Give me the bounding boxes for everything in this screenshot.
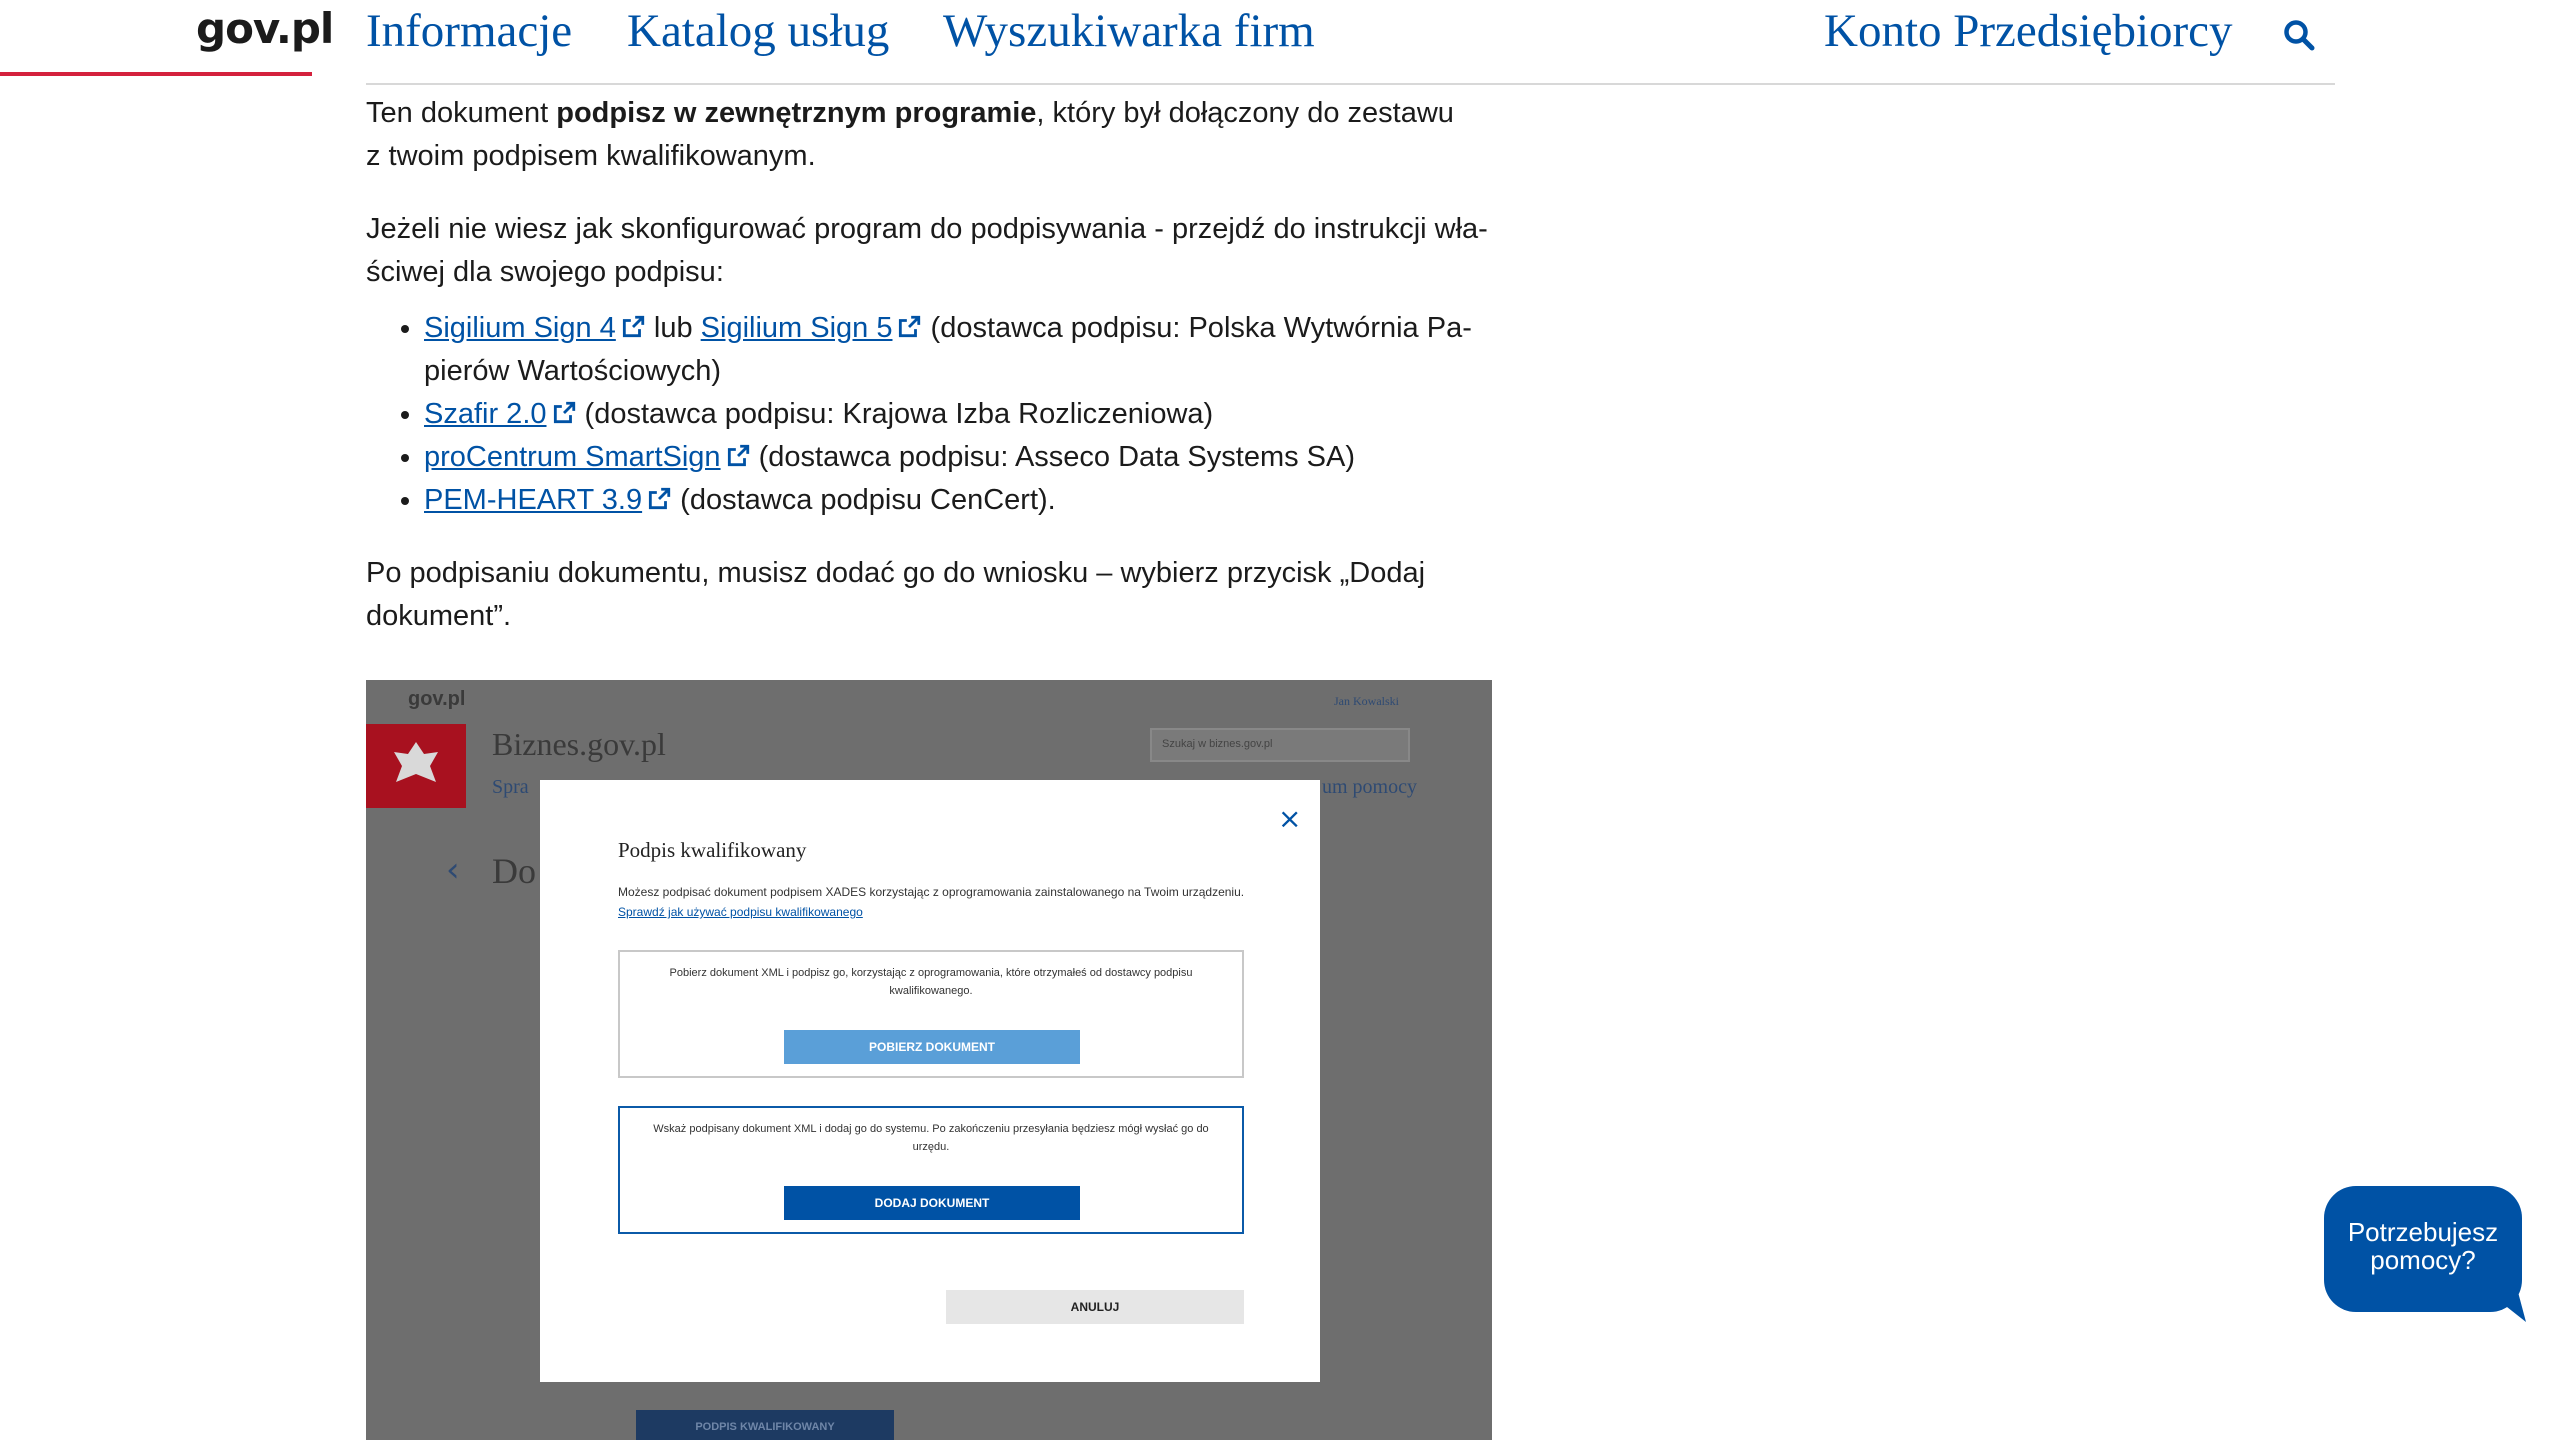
text: lub bbox=[645, 312, 701, 344]
nav-informacje[interactable]: Informacje bbox=[366, 4, 572, 58]
link-pem-heart[interactable]: PEM-HEART 3.9 bbox=[424, 484, 642, 516]
external-link-icon bbox=[622, 315, 644, 338]
upload-box: Wskaż podpisany dokument XML i dodaj go … bbox=[618, 1106, 1244, 1234]
external-link-icon bbox=[899, 315, 921, 338]
help-bubble-tail bbox=[2488, 1292, 2526, 1322]
emblem-icon bbox=[366, 724, 466, 808]
text: Ten dokument bbox=[366, 97, 557, 129]
article-content: Ten dokument podpisz w zewnętrznym progr… bbox=[366, 86, 1506, 638]
paragraph-sign-info: Ten dokument podpisz w zewnętrznym progr… bbox=[366, 92, 1506, 178]
gov-pl-logo[interactable]: gov.pl bbox=[196, 4, 334, 53]
text: PODPIS KWALIFIKOWANY bbox=[695, 1421, 835, 1433]
modal-help-link: Sprawdź jak używać podpisu kwalifikowane… bbox=[618, 905, 863, 919]
modal-title: Podpis kwalifikowany bbox=[618, 838, 807, 862]
link-sigilium-sign-5[interactable]: Sigilium Sign 5 bbox=[701, 312, 893, 344]
nav-wyszukiwarka-firm[interactable]: Wyszukiwarka firm bbox=[943, 4, 1315, 58]
text: (dostawca podpisu: Asseco Data Systems S… bbox=[750, 441, 1356, 473]
external-link-icon bbox=[553, 401, 575, 424]
text: pierów Wartościowych) bbox=[424, 355, 722, 387]
cancel-button: ANULUJ bbox=[946, 1290, 1244, 1324]
qualified-signature-modal: Podpis kwalifikowany × Możesz podpisać d… bbox=[540, 780, 1320, 1382]
list-item: proCentrum SmartSign (dostawca podpisu: … bbox=[424, 436, 1506, 479]
text: z twoim podpisem kwalifikowanym. bbox=[366, 140, 816, 172]
link-sigilium-sign-4[interactable]: Sigilium Sign 4 bbox=[424, 312, 616, 344]
text: , który był dołączony do zestawu bbox=[1036, 97, 1454, 129]
signing-software-list: Sigilium Sign 4 lub Sigilium Sign 5 (dos… bbox=[366, 307, 1506, 522]
list-item: Sigilium Sign 4 lub Sigilium Sign 5 (dos… bbox=[424, 307, 1506, 393]
help-label-line1: Potrzebujesz bbox=[2347, 1217, 2499, 1247]
list-item: PEM-HEART 3.9 (dostawca podpisu CenCert)… bbox=[424, 479, 1506, 522]
embedded-screenshot: gov.pl Biznes.gov.pl Spra um pomocy Jan … bbox=[366, 680, 1492, 1440]
modal-description: Możesz podpisać dokument podpisem XADES … bbox=[618, 882, 1258, 922]
bg-spr: Spra bbox=[492, 776, 529, 798]
bg-logo: gov.pl bbox=[408, 688, 466, 710]
logo-red-underline bbox=[0, 72, 312, 76]
bg-user: Jan Kowalski bbox=[1334, 694, 1399, 708]
download-document-button: POBIERZ DOKUMENT bbox=[784, 1030, 1080, 1064]
text: ściwej dla swojego podpisu: bbox=[366, 256, 724, 288]
download-box: Pobierz dokument XML i podpisz go, korzy… bbox=[618, 950, 1244, 1078]
text: (dostawca podpisu: Polska Wytwórnia Pa- bbox=[922, 312, 1472, 344]
download-text: Pobierz dokument XML i podpisz go, korzy… bbox=[669, 967, 1193, 997]
link-procentrum-smartsign[interactable]: proCentrum SmartSign bbox=[424, 441, 721, 473]
external-link-icon bbox=[649, 487, 671, 510]
bg-search-placeholder: Szukaj w biznes.gov.pl bbox=[1162, 738, 1273, 750]
text: dokument”. bbox=[366, 600, 512, 632]
bg-bottom-button: PODPIS KWALIFIKOWANY bbox=[636, 1410, 894, 1440]
link-szafir[interactable]: Szafir 2.0 bbox=[424, 398, 547, 430]
close-icon: × bbox=[1278, 802, 1302, 835]
paragraph-instructions: Jeżeli nie wiesz jak skonfigurować progr… bbox=[366, 208, 1506, 294]
bg-help: um pomocy bbox=[1322, 776, 1417, 798]
text: Możesz podpisać dokument podpisem XADES … bbox=[618, 885, 1245, 899]
bg-search-box: Szukaj w biznes.gov.pl bbox=[1150, 728, 1410, 762]
list-item: Szafir 2.0 (dostawca podpisu: Krajowa Iz… bbox=[424, 393, 1506, 436]
search-icon[interactable] bbox=[2282, 18, 2316, 52]
bg-doc: Do bbox=[492, 851, 536, 891]
bg-back-chevron-icon: ‹ bbox=[446, 850, 460, 890]
nav-konto-przedsiebiorcy[interactable]: Konto Przedsiębiorcy bbox=[1824, 4, 2233, 58]
upload-text: Wskaż podpisany dokument XML i dodaj go … bbox=[653, 1123, 1209, 1153]
paragraph-after-signing: Po podpisaniu dokumentu, musisz dodać go… bbox=[366, 552, 1506, 638]
bg-title: Biznes.gov.pl bbox=[492, 726, 666, 762]
nav-katalog-uslug[interactable]: Katalog usług bbox=[627, 4, 889, 58]
help-label-line2: pomocy? bbox=[2370, 1245, 2476, 1275]
text: Jeżeli nie wiesz jak skonfigurować progr… bbox=[366, 213, 1488, 245]
text: (dostawca podpisu CenCert). bbox=[672, 484, 1056, 516]
text: (dostawca podpisu: Krajowa Izba Rozlicze… bbox=[576, 398, 1214, 430]
add-document-button: DODAJ DOKUMENT bbox=[784, 1186, 1080, 1220]
text: Po podpisaniu dokumentu, musisz dodać go… bbox=[366, 557, 1426, 589]
bold-text: podpisz w zewnętrznym programie bbox=[556, 97, 1037, 129]
external-link-icon bbox=[727, 444, 749, 467]
header-divider bbox=[366, 83, 2335, 85]
